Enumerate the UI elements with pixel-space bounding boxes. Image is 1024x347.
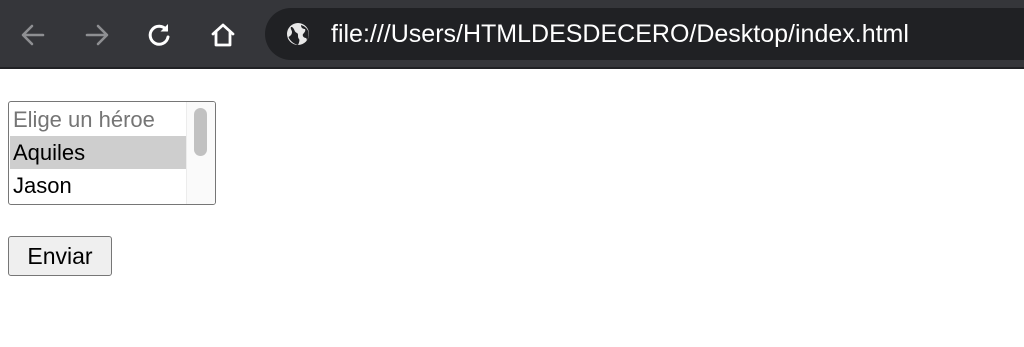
url-text[interactable]: file:///Users/HTMLDESDECERO/Desktop/inde… — [331, 8, 909, 60]
globe-icon[interactable] — [285, 21, 311, 47]
back-button[interactable] — [15, 17, 51, 53]
address-bar[interactable]: file:///Users/HTMLDESDECERO/Desktop/inde… — [265, 8, 1024, 60]
hero-select[interactable]: Elige un héroe Aquiles Jason — [8, 101, 216, 205]
browser-toolbar: file:///Users/HTMLDESDECERO/Desktop/inde… — [0, 0, 1024, 69]
scrollbar-thumb[interactable] — [194, 108, 207, 156]
reload-icon — [148, 24, 170, 46]
arrow-left-icon — [21, 24, 45, 46]
page-content: Elige un héroe Aquiles Jason Enviar — [0, 71, 1024, 347]
hero-option-aquiles[interactable]: Aquiles — [10, 136, 186, 169]
reload-button[interactable] — [141, 17, 177, 53]
submit-button[interactable]: Enviar — [8, 236, 112, 276]
home-button[interactable] — [205, 17, 241, 53]
arrow-right-icon — [85, 24, 109, 46]
home-icon — [211, 23, 235, 47]
forward-button[interactable] — [79, 17, 115, 53]
hero-option-placeholder[interactable]: Elige un héroe — [10, 103, 186, 136]
hero-option-jason[interactable]: Jason — [10, 169, 186, 202]
select-scrollbar[interactable] — [186, 102, 215, 204]
